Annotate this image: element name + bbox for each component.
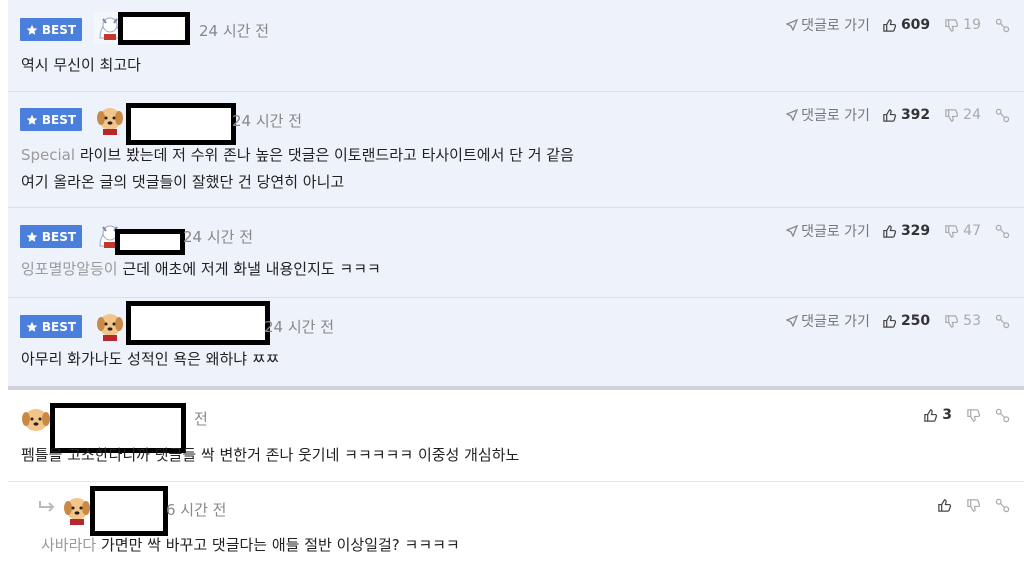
comment-prefix: 사바라다 (41, 536, 97, 554)
goto-comment-link[interactable]: 댓글로 가기 (786, 311, 870, 331)
dislike-button[interactable] (966, 408, 981, 423)
best-comment: BEST 24 시간 전 댓글로 가기 392 24 Special 라이브 봤… (8, 92, 1024, 208)
link-icon (995, 18, 1010, 33)
comment-time: 전 (194, 410, 208, 428)
avatar (20, 404, 52, 436)
link-icon (995, 224, 1010, 239)
like-button[interactable]: 250 (882, 313, 930, 329)
link-icon (995, 498, 1010, 513)
comment-time: 24 시간 전 (264, 318, 335, 336)
best-comment: BEST 24 시간 전 댓글로 가기 609 19 역시 무신이 최고다 (8, 0, 1024, 92)
avatar (61, 494, 93, 526)
link-icon (995, 108, 1010, 123)
arrow-icon (786, 315, 799, 327)
like-button[interactable]: 3 (923, 407, 952, 423)
goto-comment-link[interactable]: 댓글로 가기 (786, 221, 870, 241)
redacted-username (90, 486, 168, 536)
avatar (94, 310, 126, 342)
link-button[interactable] (995, 408, 1010, 423)
comment-actions: 3 (923, 404, 1010, 426)
comment-text: 역시 무신이 최고다 (21, 56, 141, 74)
like-button[interactable] (937, 498, 952, 513)
comment-text: 펨틀을 고소한다니까 댓글들 싹 변한거 존나 웃기네 ㅋㅋㅋㅋㅋ 이중성 개심… (21, 446, 520, 464)
link-icon (995, 314, 1010, 329)
comment-prefix: Special (21, 146, 76, 164)
dislike-button[interactable]: 24 (944, 107, 981, 123)
arrow-icon (786, 19, 799, 31)
comment-actions: 댓글로 가기 609 19 (786, 14, 1010, 36)
comment-text: 잉포멸망알등이 근데 애초에 저게 화낼 내용인지도 ㅋㅋㅋ (21, 260, 381, 278)
thumbs-up-icon (882, 108, 897, 123)
best-badge: BEST (20, 315, 82, 338)
star-icon (26, 321, 38, 333)
link-icon (995, 408, 1010, 423)
dislike-button[interactable]: 53 (944, 313, 981, 329)
link-button[interactable] (995, 108, 1010, 123)
best-badge: BEST (20, 108, 82, 131)
best-badge: BEST (20, 18, 82, 41)
comment-text: Special 라이브 봤는데 저 수위 존나 높은 댓글은 이토랜드라고 타사… (21, 146, 574, 191)
dislike-button[interactable]: 47 (944, 223, 981, 239)
comment-actions (937, 494, 1010, 516)
thumbs-down-icon (944, 224, 959, 239)
like-button[interactable]: 329 (882, 223, 930, 239)
thumbs-up-icon (923, 408, 938, 423)
thumbs-up-icon (882, 224, 897, 239)
redacted-username (115, 229, 185, 255)
reply-comment: 6 시간 전 사바라다 가면만 싹 바꾸고 댓글다는 애들 절반 이상일걸? ㅋ… (8, 482, 1024, 569)
thumbs-down-icon (966, 408, 981, 423)
thumbs-up-icon (882, 314, 897, 329)
redacted-username (118, 12, 190, 45)
best-badge: BEST (20, 225, 82, 248)
comment: 전 3 펨틀을 고소한다니까 댓글들 싹 변한거 존나 웃기네 ㅋㅋㅋㅋㅋ 이중… (8, 390, 1024, 482)
thumbs-up-icon (937, 498, 952, 513)
comment-actions: 댓글로 가기 392 24 (786, 104, 1010, 126)
thumbs-up-icon (882, 18, 897, 33)
star-icon (26, 231, 38, 243)
star-icon (26, 114, 38, 126)
thumbs-down-icon (966, 498, 981, 513)
best-comment: BEST 24 시간 전 댓글로 가기 250 53 아무리 화가나도 성적인 … (8, 298, 1024, 386)
comment-prefix: 잉포멸망알등이 (21, 260, 118, 278)
dislike-button[interactable]: 19 (944, 17, 981, 33)
comment-time: 6 시간 전 (166, 501, 227, 519)
comment-time: 24 시간 전 (183, 228, 254, 246)
redacted-username (126, 103, 236, 145)
goto-comment-link[interactable]: 댓글로 가기 (786, 15, 870, 35)
comment-text: 사바라다 가면만 싹 바꾸고 댓글다는 애들 절반 이상일걸? ㅋㅋㅋㅋ (41, 536, 460, 554)
link-button[interactable] (995, 18, 1010, 33)
comment-text: 아무리 화가나도 성적인 욕은 왜하냐 ㅉㅉ (21, 350, 280, 368)
thumbs-down-icon (944, 18, 959, 33)
avatar (94, 104, 126, 136)
arrow-icon (786, 225, 799, 237)
reply-arrow-icon (38, 500, 56, 514)
like-button[interactable]: 392 (882, 107, 930, 123)
link-button[interactable] (995, 314, 1010, 329)
comment-actions: 댓글로 가기 250 53 (786, 310, 1010, 332)
arrow-icon (786, 109, 799, 121)
comment-list: BEST 24 시간 전 댓글로 가기 609 19 역시 무신이 최고다 BE… (0, 0, 1024, 569)
comment-actions: 댓글로 가기 329 47 (786, 220, 1010, 242)
goto-comment-link[interactable]: 댓글로 가기 (786, 105, 870, 125)
star-icon (26, 24, 38, 36)
best-comment: BEST 24 시간 전 댓글로 가기 329 47 잉포멸망알등이 근데 애초… (8, 208, 1024, 298)
link-button[interactable] (995, 498, 1010, 513)
dislike-button[interactable] (966, 498, 981, 513)
like-button[interactable]: 609 (882, 17, 930, 33)
thumbs-down-icon (944, 314, 959, 329)
comment-time: 24 시간 전 (232, 112, 303, 130)
redacted-username (126, 301, 270, 345)
thumbs-down-icon (944, 108, 959, 123)
comment-time: 24 시간 전 (199, 22, 270, 40)
link-button[interactable] (995, 224, 1010, 239)
